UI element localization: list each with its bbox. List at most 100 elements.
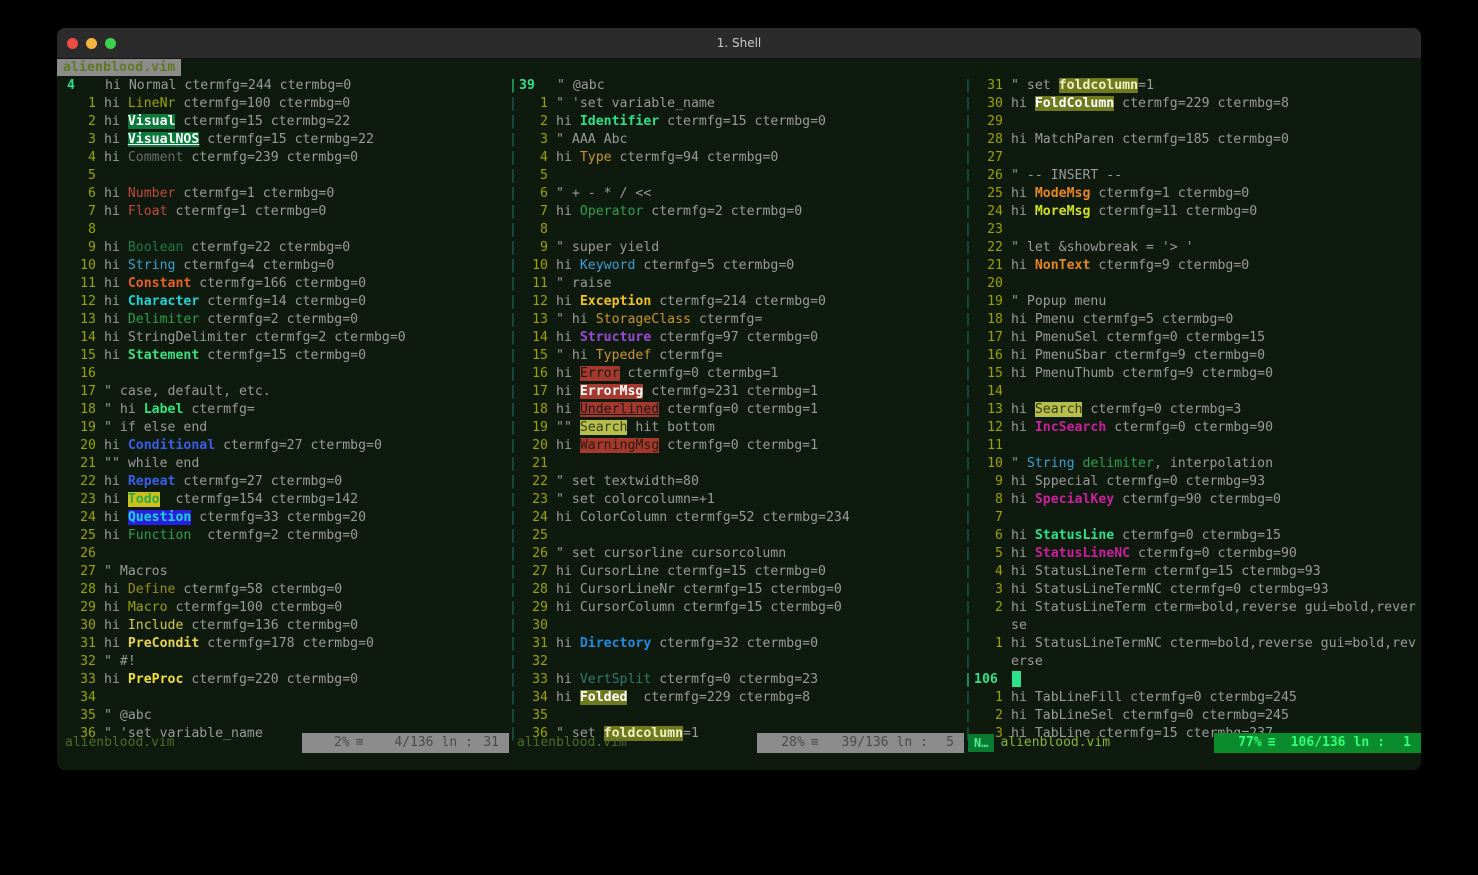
code-line[interactable]: 30 hi Include ctermfg=136 ctermbg=0 (57, 617, 509, 635)
code-line[interactable]: | 14 hi Structure ctermfg=97 ctermbg=0 (509, 329, 964, 347)
code-line[interactable]: | 7 (964, 509, 1421, 527)
code-line[interactable]: 32 " #! (57, 653, 509, 671)
code-line[interactable]: | 2 hi TabLineSel ctermfg=0 ctermbg=245 (964, 707, 1421, 725)
code-line[interactable]: 14 hi StringDelimiter ctermfg=2 ctermbg=0 (57, 329, 509, 347)
code-line[interactable]: 1 hi LineNr ctermfg=100 ctermbg=0 (57, 95, 509, 113)
code-line[interactable]: 29 hi Macro ctermfg=100 ctermbg=0 (57, 599, 509, 617)
code-line[interactable]: 15 hi Statement ctermfg=15 ctermbg=0 (57, 347, 509, 365)
code-line[interactable]: | 16 hi Error ctermfg=0 ctermbg=1 (509, 365, 964, 383)
code-line[interactable]: | 33 hi VertSplit ctermfg=0 ctermbg=23 (509, 671, 964, 689)
code-line[interactable]: | 23 " set colorcolumn=+1 (509, 491, 964, 509)
code-line[interactable]: | 22 " let &showbreak = '> ' (964, 239, 1421, 257)
code-line[interactable]: | 32 (509, 653, 964, 671)
code-line[interactable]: | 12 hi IncSearch ctermfg=0 ctermbg=90 (964, 419, 1421, 437)
code-line[interactable]: | 10 hi Keyword ctermfg=5 ctermbg=0 (509, 257, 964, 275)
code-line[interactable]: | 27 (964, 149, 1421, 167)
code-line[interactable]: | 21 (509, 455, 964, 473)
code-line[interactable]: | 11 (964, 437, 1421, 455)
code-line[interactable]: | 18 hi Pmenu ctermfg=5 ctermbg=0 (964, 311, 1421, 329)
code-line[interactable]: | 30 (509, 617, 964, 635)
code-line[interactable]: | 24 hi ColorColumn ctermfg=52 ctermbg=234 (509, 509, 964, 527)
code-line[interactable]: | 6 " + - * / << (509, 185, 964, 203)
code-line[interactable]: | 5 hi StatusLineNC ctermfg=0 ctermbg=90 (964, 545, 1421, 563)
pane-right[interactable]: | 31 " set foldcolumn=1 | 30 hi FoldColumn ct… (964, 76, 1421, 753)
code-line[interactable]: 35 " @abc (57, 707, 509, 725)
code-line[interactable]: 22 hi Repeat ctermfg=27 ctermbg=0 (57, 473, 509, 491)
code-line[interactable]: | 3 hi StatusLineTermNC ctermfg=0 ctermbg=… (964, 581, 1421, 599)
code-line[interactable]: | 6 hi StatusLine ctermfg=0 ctermbg=15 (964, 527, 1421, 545)
code-line[interactable]: 31 hi PreCondit ctermfg=178 ctermbg=0 (57, 635, 509, 653)
code-line[interactable]: | 19 " Popup menu (964, 293, 1421, 311)
code-line[interactable]: | 8 (509, 221, 964, 239)
code-line[interactable]: | 31 hi Directory ctermfg=32 ctermbg=0 (509, 635, 964, 653)
code-line[interactable]: | 1 hi StatusLineTermNC cterm=bold,reverse… (964, 635, 1421, 653)
code-line[interactable]: | 19 "" Search hit bottom (509, 419, 964, 437)
code-line[interactable]: | 13 hi Search ctermfg=0 ctermbg=3 (964, 401, 1421, 419)
code-line[interactable]: | 12 hi Exception ctermfg=214 ctermbg=0 (509, 293, 964, 311)
code-line[interactable]: | 17 hi ErrorMsg ctermfg=231 ctermbg=1 (509, 383, 964, 401)
code-line[interactable]: | 28 hi MatchParen ctermfg=185 ctermbg=0 (964, 131, 1421, 149)
code-line[interactable]: 8 (57, 221, 509, 239)
code-line[interactable]: | 25 (509, 527, 964, 545)
code-line[interactable]: 25 hi Function ctermfg=2 ctermbg=0 (57, 527, 509, 545)
code-line[interactable]: 33 hi PreProc ctermfg=220 ctermbg=0 (57, 671, 509, 689)
code-line[interactable]: | 16 hi PmenuSbar ctermfg=9 ctermbg=0 (964, 347, 1421, 365)
code-line[interactable]: | 4 hi StatusLineTerm ctermfg=15 ctermbg=9… (964, 563, 1421, 581)
code-line[interactable]: | 26 " -- INSERT -- (964, 167, 1421, 185)
code-line[interactable]: 11 hi Constant ctermfg=166 ctermbg=0 (57, 275, 509, 293)
code-line[interactable]: | se (964, 617, 1421, 635)
code-line[interactable]: | 20 (964, 275, 1421, 293)
code-line[interactable]: 3 hi VisualNOS ctermfg=15 ctermbg=22 (57, 131, 509, 149)
code-line[interactable]: | 1 hi TabLineFill ctermfg=0 ctermbg=245 (964, 689, 1421, 707)
code-line[interactable]: | 10 " String delimiter, interpolation (964, 455, 1421, 473)
code-line[interactable]: | 9 hi Sppecial ctermfg=0 ctermbg=93 (964, 473, 1421, 491)
code-line[interactable]: 4 hi Normal ctermfg=244 ctermbg=0 (57, 77, 509, 95)
code-line[interactable]: 16 (57, 365, 509, 383)
pane-middle[interactable]: | 39 " @abc | 1 " 'set variable_name | 2 hi Iden… (509, 76, 964, 753)
code-line[interactable]: | 29 (964, 113, 1421, 131)
code-line[interactable]: 20 hi Conditional ctermfg=27 ctermbg=0 (57, 437, 509, 455)
code-line[interactable]: | 7 hi Operator ctermfg=2 ctermbg=0 (509, 203, 964, 221)
code-line[interactable]: | 24 hi MoreMsg ctermfg=11 ctermbg=0 (964, 203, 1421, 221)
code-line[interactable]: 23 hi Todo ctermfg=154 ctermbg=142 (57, 491, 509, 509)
code-line[interactable]: 7 hi Float ctermfg=1 ctermbg=0 (57, 203, 509, 221)
code-line[interactable]: | 9 " super yield (509, 239, 964, 257)
code-line[interactable]: | 1 " 'set variable_name (509, 95, 964, 113)
code-line[interactable]: 24 hi Question ctermfg=33 ctermbg=20 (57, 509, 509, 527)
code-line[interactable]: | 5 (509, 167, 964, 185)
code-line[interactable]: 13 hi Delimiter ctermfg=2 ctermbg=0 (57, 311, 509, 329)
code-line[interactable]: | 11 " raise (509, 275, 964, 293)
code-line[interactable]: 17 " case, default, etc. (57, 383, 509, 401)
code-line[interactable]: | 22 " set textwidth=80 (509, 473, 964, 491)
code-line[interactable]: | 4 hi Type ctermfg=94 ctermbg=0 (509, 149, 964, 167)
code-line[interactable]: 2 hi Visual ctermfg=15 ctermbg=22 (57, 113, 509, 131)
code-line[interactable]: 12 hi Character ctermfg=14 ctermbg=0 (57, 293, 509, 311)
code-line[interactable]: | 106 (964, 670, 1421, 689)
code-line[interactable]: | 14 (964, 383, 1421, 401)
code-line[interactable]: | 35 (509, 707, 964, 725)
code-line[interactable]: | 23 (964, 221, 1421, 239)
code-line[interactable]: | erse (964, 653, 1421, 671)
code-line[interactable]: | 21 hi NonText ctermfg=9 ctermbg=0 (964, 257, 1421, 275)
code-line[interactable]: | 26 " set cursorline cursorcolumn (509, 545, 964, 563)
code-line[interactable]: | 29 hi CursorColumn ctermfg=15 ctermbg=0 (509, 599, 964, 617)
code-line[interactable]: 28 hi Define ctermfg=58 ctermbg=0 (57, 581, 509, 599)
code-line[interactable]: | 8 hi SpecialKey ctermfg=90 ctermbg=0 (964, 491, 1421, 509)
code-line[interactable]: 19 " if else end (57, 419, 509, 437)
code-line[interactable]: 27 " Macros (57, 563, 509, 581)
pane-left[interactable]: 4 hi Normal ctermfg=244 ctermbg=0 1 hi Lin… (57, 76, 509, 753)
code-line[interactable]: | 31 " set foldcolumn=1 (964, 77, 1421, 95)
code-line[interactable]: 6 hi Number ctermfg=1 ctermbg=0 (57, 185, 509, 203)
code-line[interactable]: | 30 hi FoldColumn ctermfg=229 ctermbg=8 (964, 95, 1421, 113)
code-line[interactable]: 21 "" while end (57, 455, 509, 473)
code-line[interactable]: | 17 hi PmenuSel ctermfg=0 ctermbg=15 (964, 329, 1421, 347)
code-line[interactable]: | 18 hi Underlined ctermfg=0 ctermbg=1 (509, 401, 964, 419)
code-line[interactable]: 34 (57, 689, 509, 707)
code-line[interactable]: 5 (57, 167, 509, 185)
code-line[interactable]: 9 hi Boolean ctermfg=22 ctermbg=0 (57, 239, 509, 257)
window-titlebar[interactable]: 1. Shell (57, 28, 1421, 59)
code-line[interactable]: | 27 hi CursorLine ctermfg=15 ctermbg=0 (509, 563, 964, 581)
code-line[interactable]: | 20 hi WarningMsg ctermfg=0 ctermbg=1 (509, 437, 964, 455)
code-line[interactable]: | 2 hi Identifier ctermfg=15 ctermbg=0 (509, 113, 964, 131)
code-line[interactable]: 4 hi Comment ctermfg=239 ctermbg=0 (57, 149, 509, 167)
